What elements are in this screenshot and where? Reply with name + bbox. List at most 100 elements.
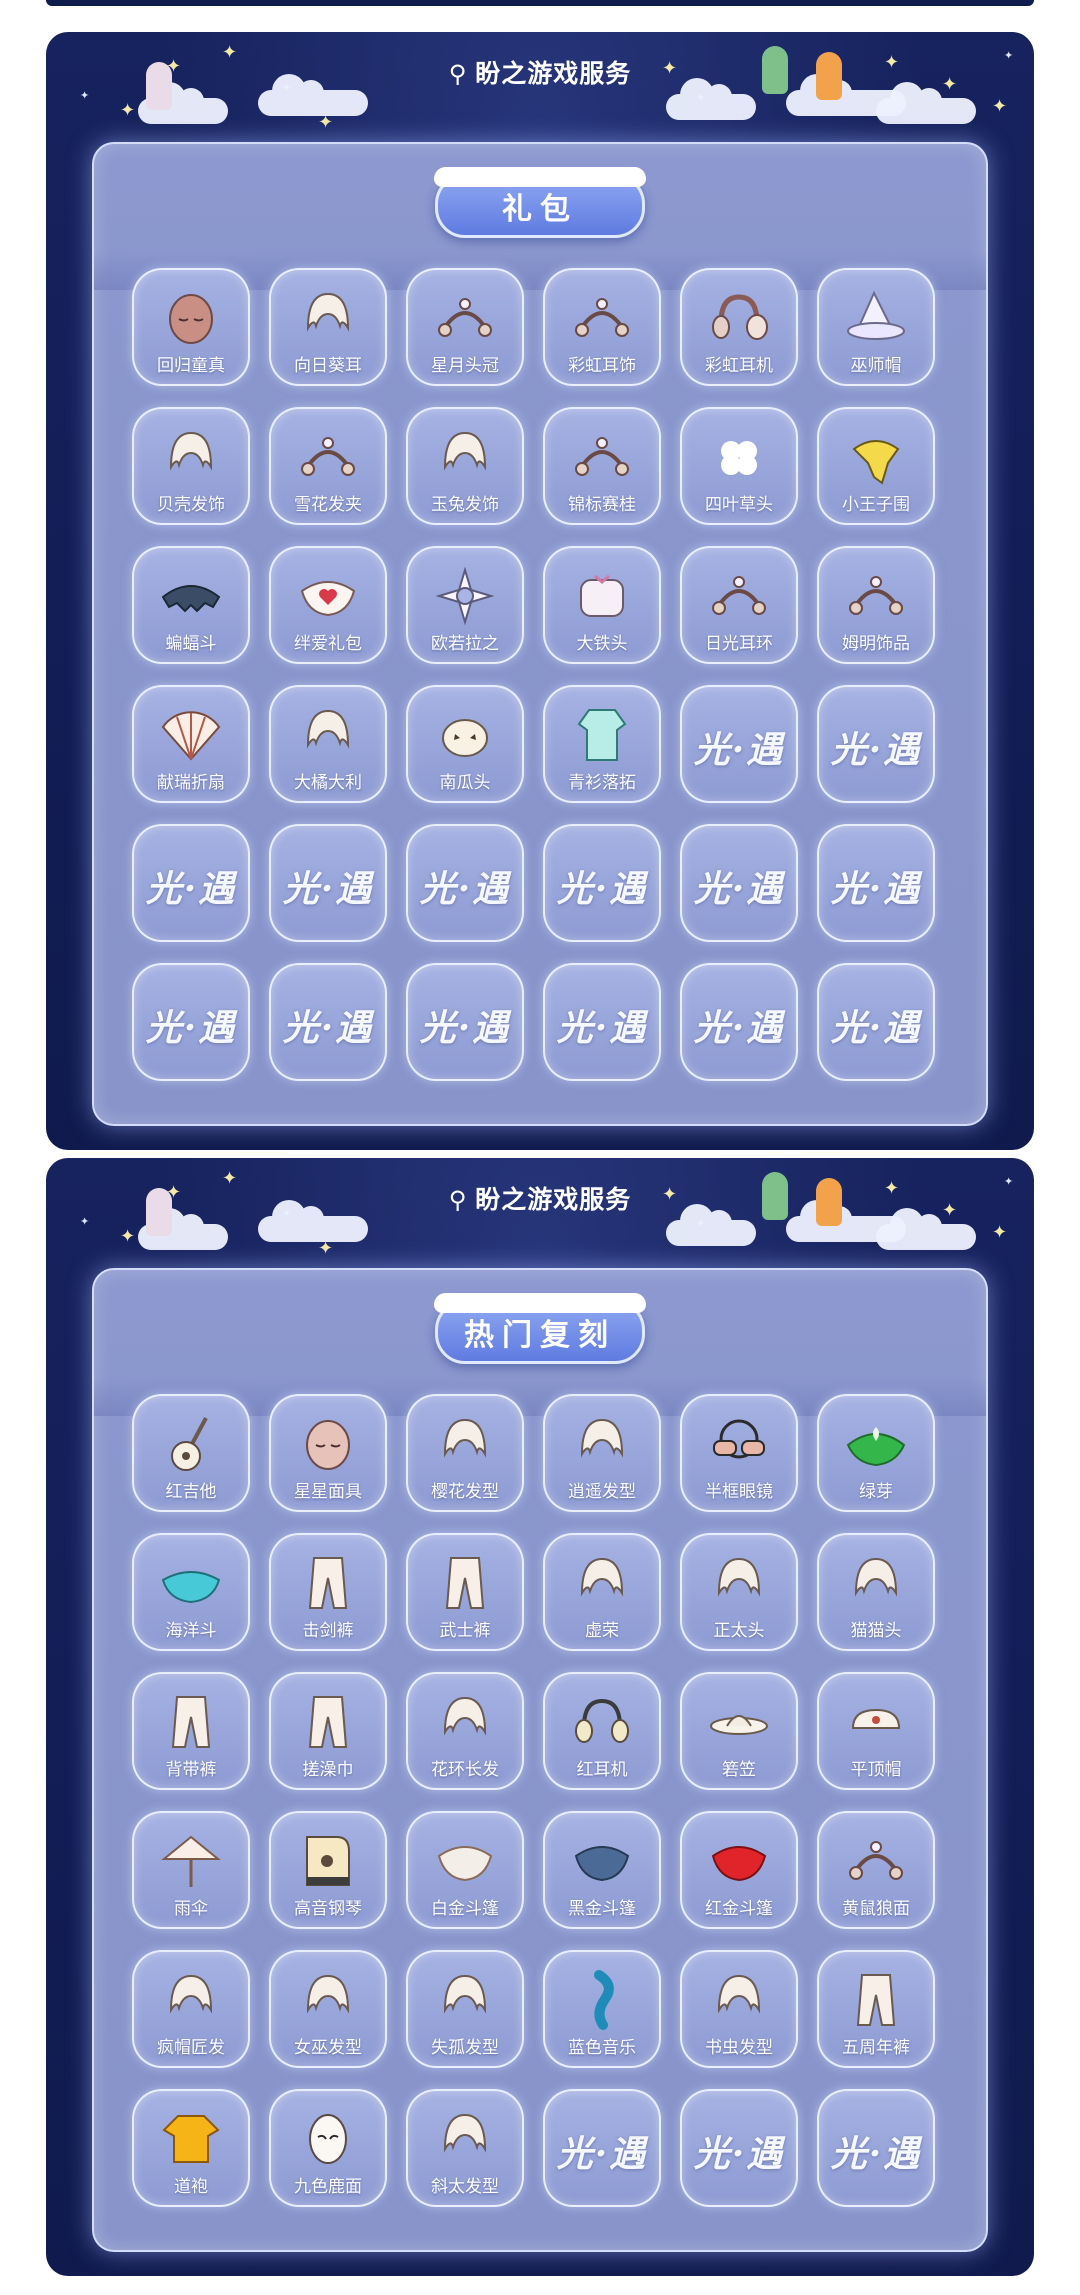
empty-slot-tile[interactable]: 光·遇 — [817, 824, 935, 942]
item-tile[interactable]: 姆明饰品 — [817, 546, 935, 664]
item-label: 姆明饰品 — [842, 634, 910, 654]
item-tile[interactable]: 虚荣 — [543, 1533, 661, 1651]
empty-slot-tile[interactable]: 光·遇 — [817, 963, 935, 1081]
item-tile[interactable]: 青衫落拓 — [543, 685, 661, 803]
item-tile[interactable]: 红金斗篷 — [680, 1811, 798, 1929]
item-tile[interactable]: 平顶帽 — [817, 1672, 935, 1790]
item-tile[interactable]: 搓澡巾 — [269, 1672, 387, 1790]
item-tile[interactable]: 五周年裤 — [817, 1950, 935, 2068]
mad-hatter-hair-icon — [159, 1970, 223, 2030]
star-moon-crown-icon — [433, 288, 497, 348]
game-logo-mark: 光·遇 — [419, 868, 511, 910]
item-tile[interactable]: 背带裤 — [132, 1672, 250, 1790]
scarf-icon — [844, 427, 908, 487]
item-tile[interactable]: 红吉他 — [132, 1394, 250, 1512]
item-tile[interactable]: 失孤发型 — [406, 1950, 524, 2068]
item-tile[interactable]: 书虫发型 — [680, 1950, 798, 2068]
empty-slot-tile[interactable]: 光·遇 — [269, 963, 387, 1081]
pumpkin-head-icon — [433, 705, 497, 765]
cloud-decoration — [666, 1204, 756, 1246]
empty-slot-tile[interactable]: 光·遇 — [817, 685, 935, 803]
item-tile[interactable]: 贝壳发饰 — [132, 407, 250, 525]
empty-slot-tile[interactable]: 光·遇 — [543, 824, 661, 942]
item-label: 献瑞折扇 — [157, 773, 225, 793]
item-tile[interactable]: 斜太发型 — [406, 2089, 524, 2207]
item-tile[interactable]: 献瑞折扇 — [132, 685, 250, 803]
item-tile[interactable]: 巫师帽 — [817, 268, 935, 386]
tv-head-icon — [570, 566, 634, 626]
item-tile[interactable]: 樱花发型 — [406, 1394, 524, 1512]
item-tile[interactable]: 彩虹耳机 — [680, 268, 798, 386]
item-tile[interactable]: 黄鼠狼面 — [817, 1811, 935, 1929]
item-grid: 红吉他 星星面具 樱花发型 逍遥发型 半框眼镜 绿芽海洋斗 击剑裤 武士裤 虚荣 正太头 猫猫头背带… — [132, 1394, 935, 2207]
item-tile[interactable]: 玉兔发饰 — [406, 407, 524, 525]
item-tile[interactable]: 绿芽 — [817, 1394, 935, 1512]
item-tile[interactable]: 星星面具 — [269, 1394, 387, 1512]
item-label: 四叶草头 — [705, 495, 773, 515]
item-tile[interactable]: 逍遥发型 — [543, 1394, 661, 1512]
empty-slot-tile[interactable]: 光·遇 — [817, 2089, 935, 2207]
overalls-icon — [159, 1692, 223, 1752]
item-tile[interactable]: 疯帽匠发 — [132, 1950, 250, 2068]
item-tile[interactable]: 雨伞 — [132, 1811, 250, 1929]
item-tile[interactable]: 彩虹耳饰 — [543, 268, 661, 386]
empty-slot-tile[interactable]: 光·遇 — [406, 963, 524, 1081]
item-tile[interactable]: 蓝色音乐 — [543, 1950, 661, 2068]
straw-hat-icon — [707, 1692, 771, 1752]
empty-slot-tile[interactable]: 光·遇 — [269, 824, 387, 942]
empty-slot-tile[interactable]: 光·遇 — [132, 963, 250, 1081]
empty-slot-tile[interactable]: 光·遇 — [132, 824, 250, 942]
item-label: 大橘大利 — [294, 773, 362, 793]
item-tile[interactable]: 高音钢琴 — [269, 1811, 387, 1929]
item-tile[interactable]: 花环长发 — [406, 1672, 524, 1790]
item-tile[interactable]: 箬笠 — [680, 1672, 798, 1790]
item-tile[interactable]: 回归童真 — [132, 268, 250, 386]
item-tile[interactable]: 击剑裤 — [269, 1533, 387, 1651]
empty-slot-tile[interactable]: 光·遇 — [406, 824, 524, 942]
item-tile[interactable]: 大铁头 — [543, 546, 661, 664]
item-label: 雪花发夹 — [294, 495, 362, 515]
item-tile[interactable]: 日光耳环 — [680, 546, 798, 664]
item-tile[interactable]: 红耳机 — [543, 1672, 661, 1790]
item-grid: 回归童真 向日葵耳 星月头冠 彩虹耳饰 彩虹耳机 巫师帽贝壳发饰 雪花发夹 玉兔发饰 锦标赛桂 四… — [132, 268, 935, 1081]
item-tile[interactable]: 星月头冠 — [406, 268, 524, 386]
sun-earring-icon — [707, 566, 771, 626]
item-label: 白金斗篷 — [431, 1899, 499, 1919]
item-tile[interactable]: 小王子围 — [817, 407, 935, 525]
item-tile[interactable]: 海洋斗 — [132, 1533, 250, 1651]
brand-name: 盼之游戏服务 — [475, 59, 632, 88]
game-logo-mark: 光·遇 — [693, 2133, 785, 2175]
item-tile[interactable]: 绊爱礼包 — [269, 546, 387, 664]
item-tile[interactable]: 蝙蝠斗 — [132, 546, 250, 664]
item-tile[interactable]: 道袍 — [132, 2089, 250, 2207]
item-tile[interactable]: 欧若拉之 — [406, 546, 524, 664]
star-decoration-icon: ✦ — [318, 1238, 334, 1259]
item-tile[interactable]: 半框眼镜 — [680, 1394, 798, 1512]
piano-icon — [296, 1831, 360, 1891]
item-tile[interactable]: 锦标赛桂 — [543, 407, 661, 525]
item-tile[interactable]: 四叶草头 — [680, 407, 798, 525]
wizard-hat-icon — [844, 288, 908, 348]
star-decoration-icon: ✦ — [80, 1215, 90, 1228]
item-tile[interactable]: 正太头 — [680, 1533, 798, 1651]
item-tile[interactable]: 南瓜头 — [406, 685, 524, 803]
item-tile[interactable]: 女巫发型 — [269, 1950, 387, 2068]
item-tile[interactable]: 雪花发夹 — [269, 407, 387, 525]
empty-slot-tile[interactable]: 光·遇 — [543, 2089, 661, 2207]
item-tile[interactable]: 九色鹿面 — [269, 2089, 387, 2207]
green-robe-icon — [570, 705, 634, 765]
item-tile[interactable]: 武士裤 — [406, 1533, 524, 1651]
item-tile[interactable]: 白金斗篷 — [406, 1811, 524, 1929]
empty-slot-tile[interactable]: 光·遇 — [680, 824, 798, 942]
cloud-decoration — [258, 1200, 368, 1242]
item-tile[interactable]: 大橘大利 — [269, 685, 387, 803]
empty-slot-tile[interactable]: 光·遇 — [680, 963, 798, 1081]
empty-slot-tile[interactable]: 光·遇 — [680, 2089, 798, 2207]
empty-slot-tile[interactable]: 光·遇 — [543, 963, 661, 1081]
folding-fan-icon — [159, 705, 223, 765]
bath-pants-icon — [296, 1692, 360, 1752]
item-tile[interactable]: 向日葵耳 — [269, 268, 387, 386]
item-tile[interactable]: 黑金斗篷 — [543, 1811, 661, 1929]
empty-slot-tile[interactable]: 光·遇 — [680, 685, 798, 803]
item-tile[interactable]: 猫猫头 — [817, 1533, 935, 1651]
